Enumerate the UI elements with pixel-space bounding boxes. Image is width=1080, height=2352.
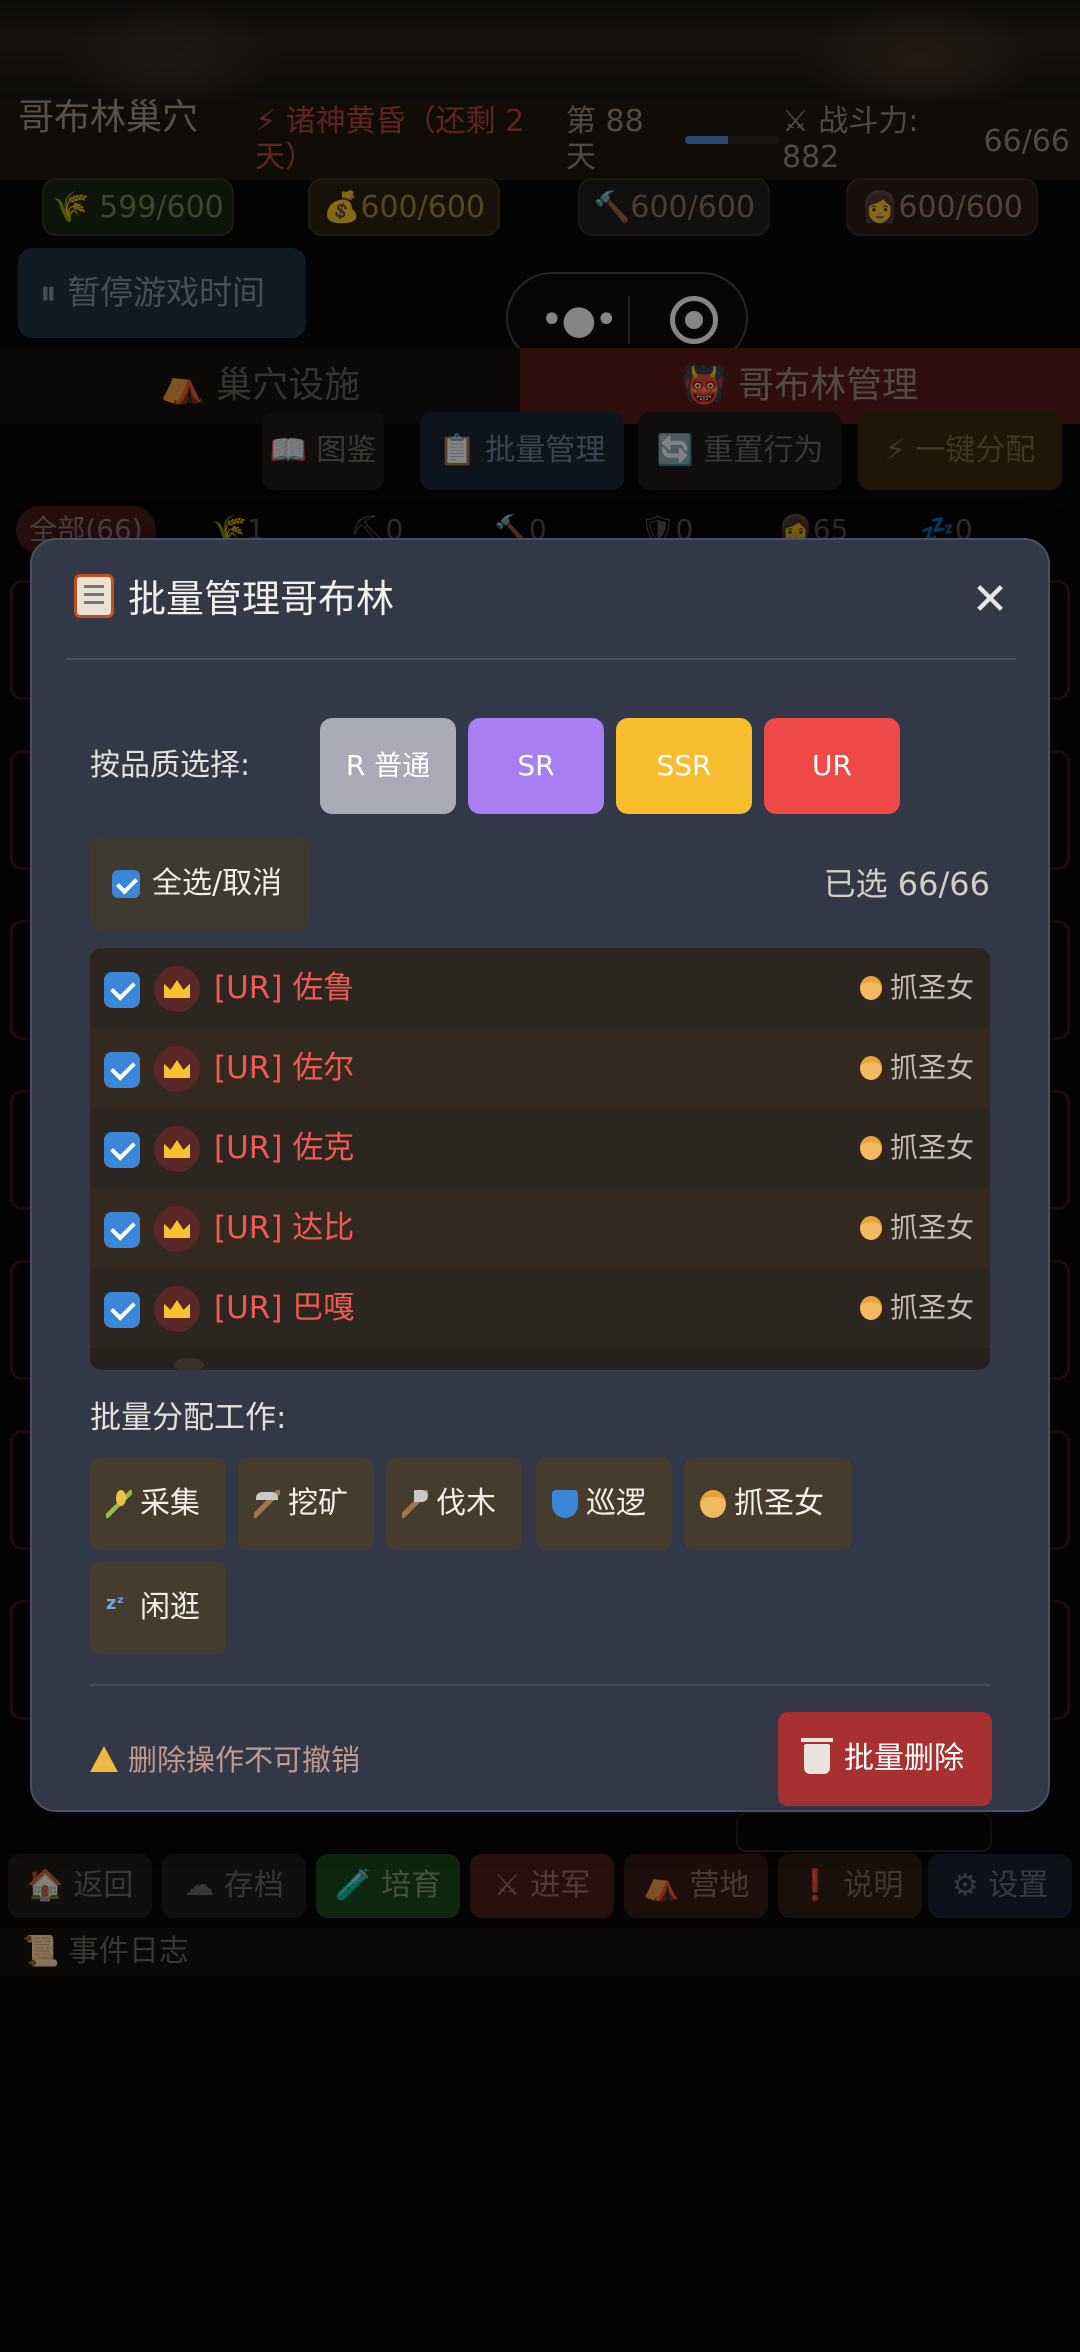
pickaxe-icon bbox=[254, 1490, 280, 1518]
goblin-name: [UR] 佐鲁 bbox=[214, 970, 355, 1006]
goblin-checkbox[interactable] bbox=[104, 1132, 140, 1168]
modal-title-text: 批量管理哥布林 bbox=[128, 577, 395, 621]
selected-count: 已选 66/66 bbox=[823, 865, 990, 903]
saintess-icon bbox=[859, 976, 882, 1000]
crown-icon bbox=[154, 1126, 200, 1172]
sleep-icon: zᶻ bbox=[106, 1593, 124, 1614]
assign-capture-label: 抓圣女 bbox=[734, 1486, 824, 1521]
goblin-select-list[interactable]: [UR] 佐鲁 抓圣女 [UR] 佐尔 抓圣女 [UR] 佐克 抓圣女 [UR]… bbox=[90, 948, 990, 1370]
goblin-job-label: 抓圣女 bbox=[889, 1291, 974, 1324]
goblin-job: 抓圣女 bbox=[859, 1188, 974, 1268]
goblin-checkbox[interactable] bbox=[104, 1292, 140, 1328]
quality-label: 按品质选择: bbox=[90, 748, 251, 783]
saintess-icon bbox=[859, 1216, 882, 1240]
goblin-checkbox[interactable] bbox=[104, 1212, 140, 1248]
select-all-toggle[interactable]: 全选/取消 bbox=[90, 838, 310, 930]
assign-gather-button[interactable]: 采集 bbox=[90, 1458, 226, 1550]
assign-lumber-label: 伐木 bbox=[436, 1486, 496, 1521]
next-row-peek bbox=[174, 1358, 204, 1370]
goblin-job: 抓圣女 bbox=[859, 1028, 974, 1108]
batch-job-label: 批量分配工作: bbox=[90, 1400, 287, 1436]
assign-gather-label: 采集 bbox=[140, 1486, 200, 1521]
assign-idle-button[interactable]: zᶻ 闲逛 bbox=[90, 1562, 226, 1654]
quality-filter: 按品质选择: R 普通 SR SSR UR bbox=[90, 718, 990, 814]
goblin-job: 抓圣女 bbox=[859, 1268, 974, 1348]
crown-icon bbox=[154, 966, 200, 1012]
list-item[interactable]: [UR] 佐鲁 抓圣女 bbox=[90, 948, 990, 1028]
assign-capture-button[interactable]: 抓圣女 bbox=[684, 1458, 852, 1550]
header-divider bbox=[66, 658, 1016, 660]
modal-header: 批量管理哥布林 ✕ bbox=[32, 540, 1048, 660]
saintess-icon bbox=[859, 1056, 882, 1080]
footer-divider bbox=[90, 1684, 990, 1686]
goblin-name: [UR] 佐尔 bbox=[214, 1050, 355, 1086]
crown-icon bbox=[154, 1286, 200, 1332]
goblin-name: [UR] 达比 bbox=[214, 1210, 355, 1246]
delete-warning-text: 删除操作不可撤销 bbox=[128, 1743, 361, 1777]
saintess-icon bbox=[859, 1296, 882, 1320]
crown-icon bbox=[154, 1046, 200, 1092]
quality-r-button[interactable]: R 普通 bbox=[320, 718, 456, 814]
crown-icon bbox=[154, 1206, 200, 1252]
list-item[interactable]: [UR] 佐尔 抓圣女 bbox=[90, 1028, 990, 1108]
quality-ur-button[interactable]: UR bbox=[764, 718, 900, 814]
goblin-job: 抓圣女 bbox=[859, 1108, 974, 1188]
goblin-job: 抓圣女 bbox=[859, 948, 974, 1028]
goblin-name: [UR] 佐克 bbox=[214, 1130, 355, 1166]
clipboard-icon bbox=[74, 574, 114, 618]
goblin-job-label: 抓圣女 bbox=[889, 971, 974, 1004]
shield-icon bbox=[552, 1490, 578, 1518]
quality-ssr-button[interactable]: SSR bbox=[616, 718, 752, 814]
batch-delete-button[interactable]: 批量删除 bbox=[778, 1712, 992, 1806]
goblin-checkbox[interactable] bbox=[104, 972, 140, 1008]
list-item[interactable]: [UR] 巴嘎 抓圣女 bbox=[90, 1268, 990, 1348]
goblin-job-label: 抓圣女 bbox=[889, 1131, 974, 1164]
batch-manage-modal: 批量管理哥布林 ✕ 按品质选择: R 普通 SR SSR UR 全选/取消 已选… bbox=[30, 538, 1050, 1812]
select-all-checkbox[interactable] bbox=[112, 870, 140, 898]
quality-sr-button[interactable]: SR bbox=[468, 718, 604, 814]
assign-patrol-label: 巡逻 bbox=[586, 1486, 646, 1521]
batch-delete-label: 批量删除 bbox=[844, 1741, 964, 1776]
assign-idle-label: 闲逛 bbox=[140, 1590, 200, 1625]
assign-mine-label: 挖矿 bbox=[288, 1486, 348, 1521]
warning-icon bbox=[90, 1746, 118, 1772]
goblin-job-label: 抓圣女 bbox=[889, 1051, 974, 1084]
wheat-icon bbox=[106, 1490, 132, 1518]
list-item[interactable]: [UR] 佐克 抓圣女 bbox=[90, 1108, 990, 1188]
trash-icon bbox=[801, 1738, 833, 1774]
assign-patrol-button[interactable]: 巡逻 bbox=[536, 1458, 672, 1550]
saintess-icon bbox=[859, 1136, 882, 1160]
close-icon[interactable]: ✕ bbox=[968, 578, 1012, 622]
list-item[interactable]: [UR] 达比 抓圣女 bbox=[90, 1188, 990, 1268]
goblin-checkbox[interactable] bbox=[104, 1052, 140, 1088]
goblin-job-label: 抓圣女 bbox=[889, 1211, 974, 1244]
select-all-label: 全选/取消 bbox=[152, 866, 283, 901]
modal-title: 批量管理哥布林 bbox=[74, 574, 394, 624]
assign-mine-button[interactable]: 挖矿 bbox=[238, 1458, 374, 1550]
hammer-icon bbox=[402, 1490, 428, 1518]
assign-lumber-button[interactable]: 伐木 bbox=[386, 1458, 522, 1550]
saintess-icon bbox=[700, 1490, 726, 1518]
delete-warning: 删除操作不可撤销 bbox=[90, 1736, 360, 1784]
goblin-name: [UR] 巴嘎 bbox=[214, 1290, 355, 1326]
